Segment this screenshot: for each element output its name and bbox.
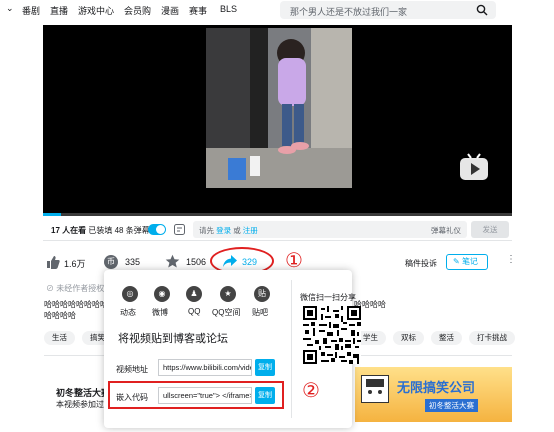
danmaku-bar: 17 人在看 已装填 48 条弹幕 请先 登录 或 注册 弹幕礼仪 发送 xyxy=(43,219,512,241)
tag-prank[interactable]: 整活 xyxy=(431,331,462,345)
note-label: 笔记 xyxy=(461,257,478,266)
chevron-down-icon[interactable]: ⌄ xyxy=(6,3,14,14)
nav-item-esports[interactable]: 赛事 xyxy=(189,4,207,17)
nav-item-bangumi[interactable]: 番剧 xyxy=(22,4,40,17)
qr-code-image xyxy=(303,306,361,364)
report-link[interactable]: 稿件投诉 xyxy=(405,258,437,269)
embed-code-label: 嵌入代码 xyxy=(116,393,148,402)
nav-item-live[interactable]: 直播 xyxy=(50,4,68,17)
danmaku-toggle[interactable] xyxy=(148,224,166,235)
like-count: 1.6万 xyxy=(64,259,86,269)
qzone-star-icon[interactable]: ★ xyxy=(220,286,236,302)
login-link[interactable]: 登录 xyxy=(216,226,231,235)
search-icon[interactable] xyxy=(476,4,488,16)
promo-title[interactable]: 初冬整活大赛 xyxy=(56,386,110,399)
description-line-2: 哈哈哈哈 xyxy=(44,311,76,320)
video-progress-fill xyxy=(43,213,61,216)
danmaku-input[interactable]: 请先 登录 或 注册 弹幕礼仪 xyxy=(193,221,467,238)
favorite-star-icon[interactable] xyxy=(165,254,180,269)
tieba-icon[interactable]: 贴 xyxy=(254,286,270,302)
panel-divider xyxy=(291,280,292,418)
search-input[interactable]: 那个男人还是不放过我们一家 xyxy=(290,5,407,18)
danmaku-etiquette-link[interactable]: 弹幕礼仪 xyxy=(431,225,461,236)
annotation-one: ① xyxy=(285,248,303,272)
danmaku-prompt: 请先 xyxy=(199,226,214,235)
tag-double-standard[interactable]: 双标 xyxy=(393,331,424,345)
share-target-dynamic[interactable]: 动态 xyxy=(120,307,136,318)
danmaku-settings-icon[interactable] xyxy=(174,224,185,235)
video-url-label: 视频地址 xyxy=(116,365,148,374)
weibo-icon[interactable]: ◉ xyxy=(154,286,170,302)
share-panel: ◎ 动态 ◉ 微博 ♟ QQ ★ QQ空间 贴 贴吧 将视频贴到博客或论坛 视频… xyxy=(104,270,361,428)
nav-item-manga[interactable]: 漫画 xyxy=(161,4,179,17)
more-icon[interactable]: ⋮ xyxy=(506,254,516,265)
search-box[interactable]: 那个男人还是不放过我们一家 xyxy=(280,1,496,19)
danmaku-count: 48 条弹幕 xyxy=(114,226,150,235)
share-target-qzone[interactable]: QQ空间 xyxy=(212,307,240,318)
nav-item-game-center[interactable]: 游戏中心 xyxy=(78,4,114,17)
danmaku-filled-label: 已装填 xyxy=(88,226,113,235)
copy-url-button[interactable]: 复制 xyxy=(255,359,275,376)
send-button[interactable]: 发送 xyxy=(471,221,509,238)
copy-embed-button[interactable]: 复制 xyxy=(255,387,275,404)
note-icon: ✎ xyxy=(453,257,460,266)
tag-life[interactable]: 生活 xyxy=(44,331,75,345)
dynamic-share-icon[interactable]: ◎ xyxy=(122,286,138,302)
reprint-warning: ⊘ 未经作者授权, xyxy=(46,284,107,293)
nav-item-bls[interactable]: BLS xyxy=(220,4,237,14)
top-nav: ⌄ 番剧 直播 游戏中心 会员购 漫画 赛事 BLS 那个男人还是不放过我们一家 xyxy=(0,0,554,22)
bilibili-tv-icon xyxy=(460,153,488,180)
video-progress-track[interactable] xyxy=(43,213,512,216)
share-target-weibo[interactable]: 微博 xyxy=(152,307,168,318)
annotation-two: ② xyxy=(302,378,320,402)
coin-count: 335 xyxy=(125,257,141,267)
share-heading: 将视频贴到博客或论坛 xyxy=(118,333,228,345)
note-button[interactable]: ✎ 笔记 xyxy=(446,254,488,270)
register-link[interactable]: 注册 xyxy=(243,226,258,235)
share-arrow-icon[interactable] xyxy=(222,254,238,268)
qr-label: 微信扫一扫分享 xyxy=(300,293,356,302)
tag-checkin[interactable]: 打卡挑战 xyxy=(469,331,515,345)
or-text: 或 xyxy=(233,226,241,235)
video-url-field[interactable]: https://www.bilibili.com/vide xyxy=(158,359,252,376)
video-frame xyxy=(206,28,352,188)
share-target-tieba[interactable]: 贴吧 xyxy=(252,307,268,318)
banner-title: 无限搞笑公司 xyxy=(397,380,476,395)
share-target-qq[interactable]: QQ xyxy=(188,307,200,316)
promo-banner[interactable]: 无限搞笑公司 初冬整活大赛 xyxy=(355,367,512,422)
mascot-icon xyxy=(361,375,389,403)
coin-icon[interactable]: 币 xyxy=(104,255,118,269)
like-icon[interactable] xyxy=(46,255,60,269)
banner-subtitle: 初冬整活大赛 xyxy=(425,399,478,412)
nav-item-mall[interactable]: 会员购 xyxy=(124,4,151,17)
promo-subtitle: 本视频参加过 xyxy=(56,400,104,409)
viewer-count: 17 人在看 xyxy=(51,226,87,235)
favorite-count: 1506 xyxy=(186,257,207,267)
embed-code-field[interactable]: ullscreen="true"> </iframe> xyxy=(158,387,252,404)
qq-icon[interactable]: ♟ xyxy=(186,286,202,302)
share-count[interactable]: 329 xyxy=(242,257,257,267)
